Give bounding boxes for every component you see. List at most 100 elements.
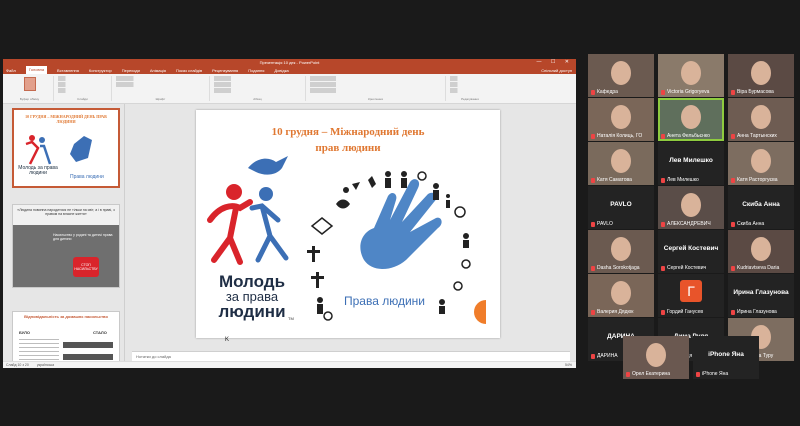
participant-name-label: Катя Саматова (591, 177, 653, 183)
muted-mic-icon (591, 133, 595, 139)
share-button[interactable]: Спільний доступ (541, 68, 572, 73)
participant-name-label: Наталія Колиць, ГО (591, 133, 653, 139)
menu-animations[interactable]: Анімація (150, 68, 166, 73)
participant-tile[interactable]: Віра Бурмасова (728, 54, 794, 97)
select-button[interactable] (450, 88, 488, 93)
participant-tile[interactable]: Г Гордий Ганусев (658, 274, 724, 317)
reset-button[interactable] (58, 88, 96, 93)
participant-tile[interactable]: Орел Екатерина (623, 336, 689, 379)
orange-accent (474, 300, 486, 324)
menu-review[interactable]: Рецензування (212, 68, 238, 73)
ribbon-label-paragraph: Абзац (253, 97, 262, 101)
human-rights-logo-text: Права людини (344, 294, 425, 308)
text-direction-button[interactable] (214, 76, 300, 81)
participant-avatar: Г (680, 280, 702, 302)
menu-transitions[interactable]: Переходи (122, 68, 140, 73)
participant-display-name: Скиба Анна (742, 201, 780, 208)
thumb-logo-left-text: Молодь за права людини (18, 165, 58, 176)
participant-video-face (751, 61, 771, 85)
shapes-gallery[interactable] (310, 76, 440, 81)
participant-name-label: iPhone Яна (696, 371, 758, 377)
muted-mic-icon (661, 309, 665, 315)
slide-counter: Слайд 10 з 20 (6, 363, 29, 367)
participant-tile[interactable]: Kudriavtseva Daria (728, 230, 794, 273)
menu-design[interactable]: Конструктор (89, 68, 112, 73)
participant-tile[interactable]: АЛЕКСАНДРЕВИЧ (658, 186, 724, 229)
font-style-buttons[interactable] (116, 82, 204, 87)
participant-tile[interactable]: Катя Саматова (588, 142, 654, 185)
menu-file[interactable]: Файл (6, 68, 16, 73)
participant-name: ДАРИНА (597, 353, 618, 359)
menu-slideshow[interactable]: Показ слайдів (176, 68, 202, 73)
participant-video-face (611, 237, 631, 261)
participant-name-label: Катя Расторгуєва (731, 177, 793, 183)
participant-name: Кафедра (597, 89, 618, 95)
muted-mic-icon (731, 221, 735, 227)
slide-thumbnail[interactable]: 3 «Людина повинна народитися не тільки н… (12, 204, 120, 288)
arrange-button[interactable] (310, 82, 440, 87)
new-slide-button[interactable] (58, 76, 96, 81)
participant-tile[interactable]: Валерия Дядюк (588, 274, 654, 317)
notes-pane[interactable]: Нотатки до слайда (132, 351, 570, 361)
shape-effects-button[interactable] (310, 88, 440, 93)
muted-mic-icon (731, 89, 735, 95)
current-slide[interactable]: 10 грудня – Міжнародний день прав людини (196, 110, 500, 338)
menu-view[interactable]: Подання (248, 68, 264, 73)
participant-tile[interactable]: Dasha Sorokotjaga (588, 230, 654, 273)
participant-tile[interactable]: Сергей Костевич Сергей Костевич (658, 230, 724, 273)
notes-placeholder: Нотатки до слайда (136, 354, 171, 359)
participant-tile[interactable]: Кафедра (588, 54, 654, 97)
muted-mic-icon (731, 265, 735, 271)
paste-icon[interactable] (23, 77, 36, 91)
participant-tile[interactable]: Анна Тартынских (728, 98, 794, 141)
participant-tile[interactable]: Скиба Анна Скиба Анна (728, 186, 794, 229)
participant-name-label: Орел Екатерина (626, 371, 688, 377)
participant-video-face (611, 281, 631, 305)
menu-home[interactable]: Головна (25, 66, 48, 74)
trademark-mark: TM (288, 316, 294, 321)
participant-tile[interactable]: iPhone Яна iPhone Яна (693, 336, 759, 379)
window-controls[interactable]: — ☐ ✕ (537, 59, 573, 65)
participant-tile[interactable]: Анета Фельбьєнко (658, 98, 724, 141)
red-figure-head (226, 184, 242, 200)
thumb-title: Відповідальність за домашнє насильство (24, 314, 108, 319)
youth-logo-line3: людини (218, 302, 286, 321)
slide-thumbnails-pane[interactable]: 2 10 ГРУДНЯ – МІЖНАРОДНИЙ ДЕНЬ ПРАВ ЛЮДИ… (3, 104, 125, 368)
participant-tile[interactable]: Лев Милешко Лев Милешко (658, 142, 724, 185)
thumb-title: 10 ГРУДНЯ – МІЖНАРОДНИЙ ДЕНЬ ПРАВ ЛЮДИНИ (25, 114, 107, 124)
menu-insert[interactable]: Вставлення (57, 68, 79, 73)
menu-help[interactable]: Довідка (274, 68, 288, 73)
smartart-button[interactable] (214, 88, 300, 93)
participant-name: АЛЕКСАНДРЕВИЧ (667, 221, 711, 227)
ribbon-label-drawing: Креслення (368, 97, 383, 101)
participant-name: Анета Фельбьєнко (667, 133, 710, 139)
participant-tile[interactable]: Наталія Колиць, ГО (588, 98, 654, 141)
align-text-button[interactable] (214, 82, 300, 87)
participant-name: Victoria Grigoryeva (667, 89, 710, 95)
red-figure-body (207, 199, 253, 265)
participant-name-label: Dasha Sorokotjaga (591, 265, 653, 271)
zoom-level[interactable]: 54% (565, 363, 572, 367)
hand-logo-icon (360, 179, 442, 269)
participant-name: Ирина Глазунова (737, 309, 777, 315)
participant-tile[interactable]: Катя Расторгуєва (728, 142, 794, 185)
find-button[interactable] (450, 76, 488, 81)
thumb-quote: «Людина повинна народитися не тільки на … (17, 208, 115, 216)
font-select[interactable] (116, 76, 204, 81)
layout-button[interactable] (58, 82, 96, 87)
participant-name-label: Віра Бурмасова (731, 89, 793, 95)
participant-tile[interactable]: Victoria Grigoryeva (658, 54, 724, 97)
blue-figure-body (249, 203, 289, 263)
shared-powerpoint-window[interactable]: Презентація 10 дек - PowerPoint — ☐ ✕ Фа… (3, 59, 576, 368)
ribbon-label-font: Шрифт (155, 97, 166, 101)
slide-thumbnail[interactable]: 4 Відповідальність за домашнє насильство… (12, 311, 120, 368)
participant-video-face (611, 61, 631, 85)
slide-thumbnail-current[interactable]: 2 10 ГРУДНЯ – МІЖНАРОДНИЙ ДЕНЬ ПРАВ ЛЮДИ… (12, 108, 120, 188)
participant-tile[interactable]: PAVLO PAVLO (588, 186, 654, 229)
muted-mic-icon (661, 265, 665, 271)
thumb-logo-right-text: Права людини (70, 174, 104, 180)
participant-name: Скиба Анна (737, 221, 765, 227)
language-indicator[interactable]: українська (37, 363, 54, 367)
replace-button[interactable] (450, 82, 488, 87)
participant-tile[interactable]: Ирина Глазунова Ирина Глазунова (728, 274, 794, 317)
